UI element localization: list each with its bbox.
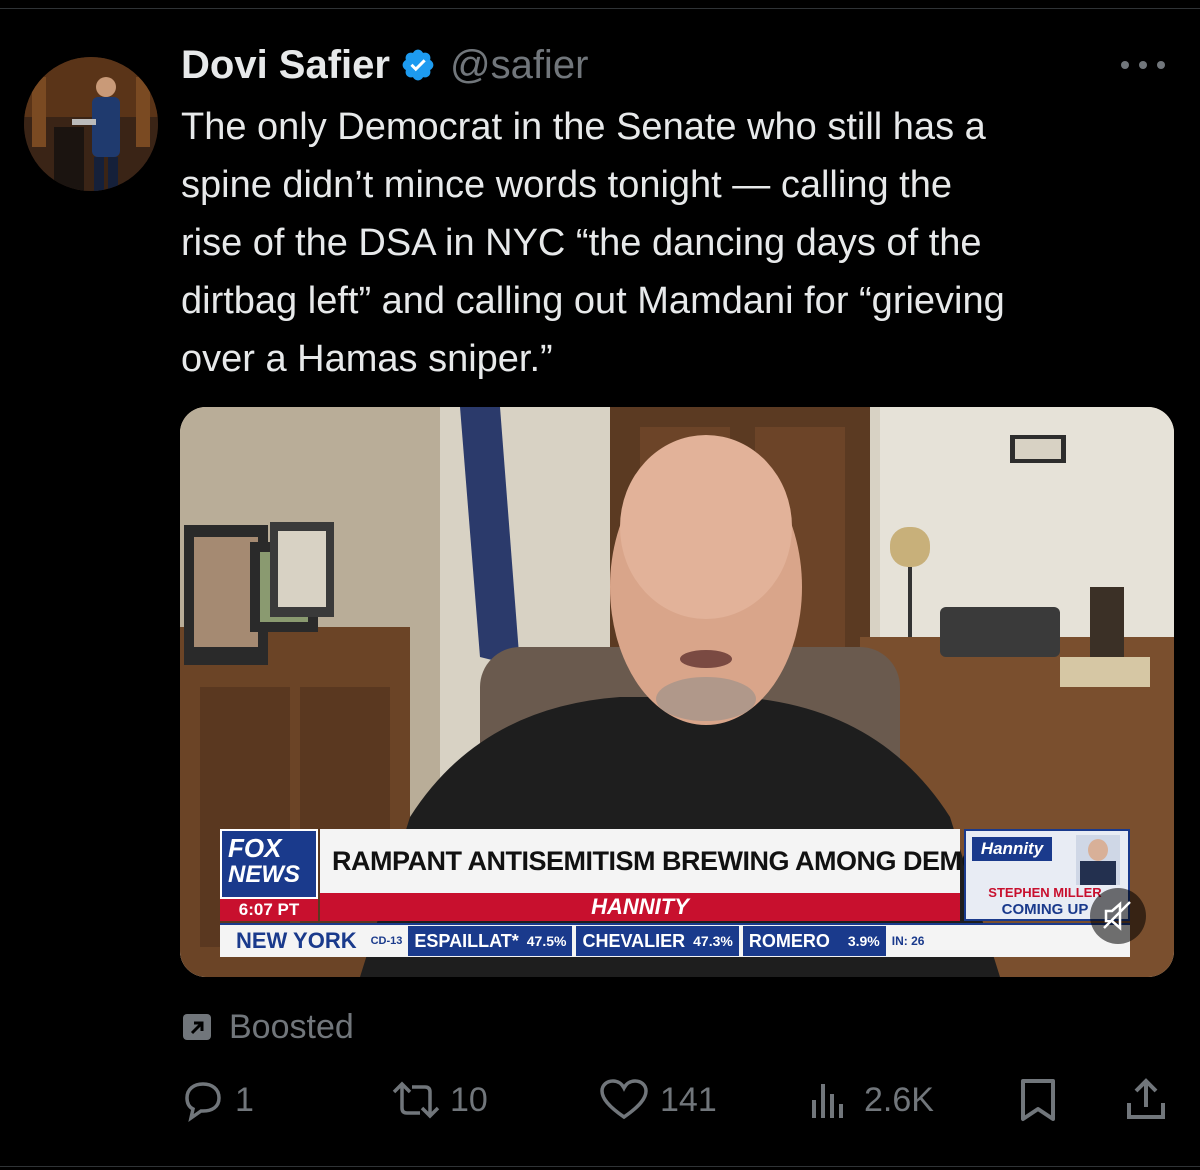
election-ticker: NEW YORK CD-13 ESPAILLAT* 47.5% CHEVALIE…: [220, 923, 1130, 957]
repost-count: 10: [450, 1080, 488, 1119]
avatar-photo: [24, 57, 158, 191]
boosted-indicator: Boosted: [181, 1005, 354, 1049]
boost-arrow-icon: [183, 1014, 211, 1040]
boosted-label: Boosted: [229, 1007, 354, 1046]
news-lower-third: FOX NEWS 6:07 PT RAMPANT ANTISEMITISM BR…: [220, 829, 1130, 957]
more-horizontal-icon[interactable]: [1113, 50, 1173, 80]
bookmark-icon: [1021, 1079, 1055, 1121]
top-divider: [0, 8, 1200, 9]
ticker-location: NEW YORK: [236, 928, 357, 953]
bookmark-button[interactable]: [1018, 1075, 1058, 1125]
share-icon: [1127, 1078, 1165, 1119]
verified-badge-icon: [402, 49, 434, 81]
reply-count: 1: [235, 1080, 254, 1119]
author-avatar[interactable]: [24, 57, 158, 191]
show-logo: Hannity: [972, 837, 1052, 861]
like-count: 141: [660, 1080, 717, 1119]
network-logo-top: FOX: [228, 833, 282, 863]
network-logo-bottom: NEWS: [228, 861, 300, 888]
author-name[interactable]: Dovi Safier: [181, 43, 390, 88]
views-count: 2.6K: [864, 1080, 934, 1119]
ticker-result-2: CHEVALIER 47.3%: [576, 926, 739, 956]
news-headline: RAMPANT ANTISEMITISM BREWING AMONG DEMOC…: [320, 829, 1071, 893]
ticker-district: CD-13: [370, 935, 403, 947]
views-button[interactable]: 2.6K: [808, 1075, 934, 1125]
guest-thumbnail: [1076, 835, 1120, 885]
author-handle[interactable]: @safier: [450, 43, 588, 88]
broadcast-time: 6:07 PT: [220, 899, 318, 921]
bottom-divider: [0, 1166, 1200, 1167]
share-button[interactable]: [1124, 1075, 1168, 1125]
ticker-result-1: ESPAILLAT* 47.5%: [408, 926, 573, 956]
like-button[interactable]: 141: [598, 1075, 717, 1125]
reply-icon: [185, 1082, 221, 1122]
show-name: HANNITY: [320, 893, 960, 921]
heart-icon: [600, 1079, 648, 1120]
mute-toggle-button[interactable]: [1090, 888, 1146, 944]
post-text: The only Democrat in the Senate who stil…: [181, 106, 1005, 380]
ticker-reporting: IN: 26: [891, 934, 925, 948]
network-logo: FOX NEWS: [220, 829, 318, 899]
post-video[interactable]: FOX NEWS 6:07 PT RAMPANT ANTISEMITISM BR…: [180, 407, 1174, 977]
reply-button[interactable]: 1: [181, 1075, 254, 1125]
repost-icon: [392, 1081, 440, 1119]
repost-button[interactable]: 10: [386, 1075, 488, 1125]
ticker-result-3: ROMERO 3.9%: [742, 926, 886, 956]
views-bar-chart-icon: [812, 1084, 843, 1118]
post-header: Dovi Safier @safier: [181, 40, 588, 90]
muted-speaker-icon: [1103, 901, 1131, 931]
